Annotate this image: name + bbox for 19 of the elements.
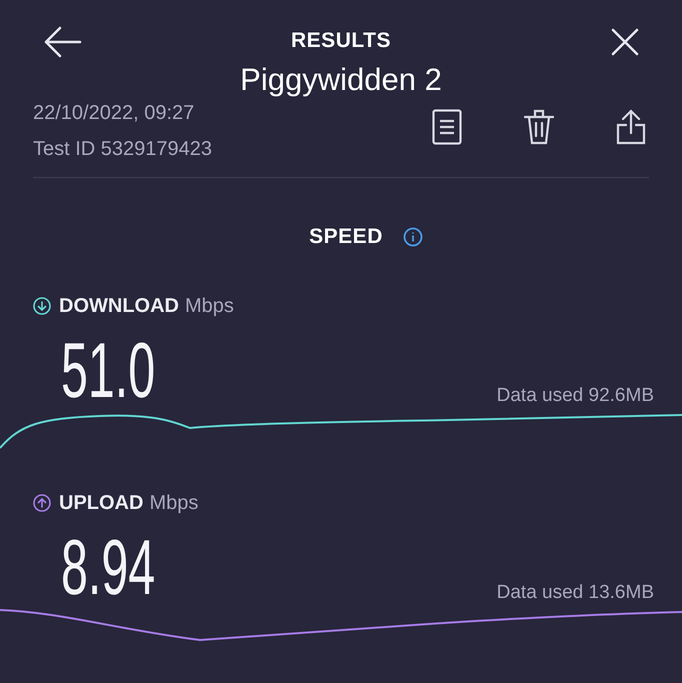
share-icon[interactable] bbox=[616, 109, 646, 145]
speed-value: 8.94 bbox=[61, 532, 156, 602]
test-id: Test ID 5329179423 bbox=[33, 137, 212, 162]
back-icon[interactable] bbox=[44, 26, 82, 58]
metric-label: DOWNLOAD bbox=[59, 294, 179, 318]
unit-label: Mbps bbox=[149, 490, 198, 516]
unit-label: Mbps bbox=[184, 294, 234, 318]
data-used: Data used 92.6MB bbox=[496, 384, 654, 408]
test-date: 22/10/2022, 09:27 bbox=[33, 101, 196, 126]
trash-icon[interactable] bbox=[524, 109, 554, 145]
close-icon[interactable] bbox=[611, 28, 639, 56]
server-name: Piggywidden 2 bbox=[240, 61, 442, 99]
section-title: SPEED bbox=[309, 224, 383, 250]
speed-value: 51.0 bbox=[61, 334, 156, 404]
document-icon[interactable] bbox=[432, 109, 462, 145]
screen-title: RESULTS bbox=[290, 28, 392, 54]
data-used: Data used 13.6MB bbox=[496, 581, 654, 605]
metric-label: UPLOAD bbox=[59, 490, 144, 516]
info-icon[interactable] bbox=[402, 226, 423, 247]
